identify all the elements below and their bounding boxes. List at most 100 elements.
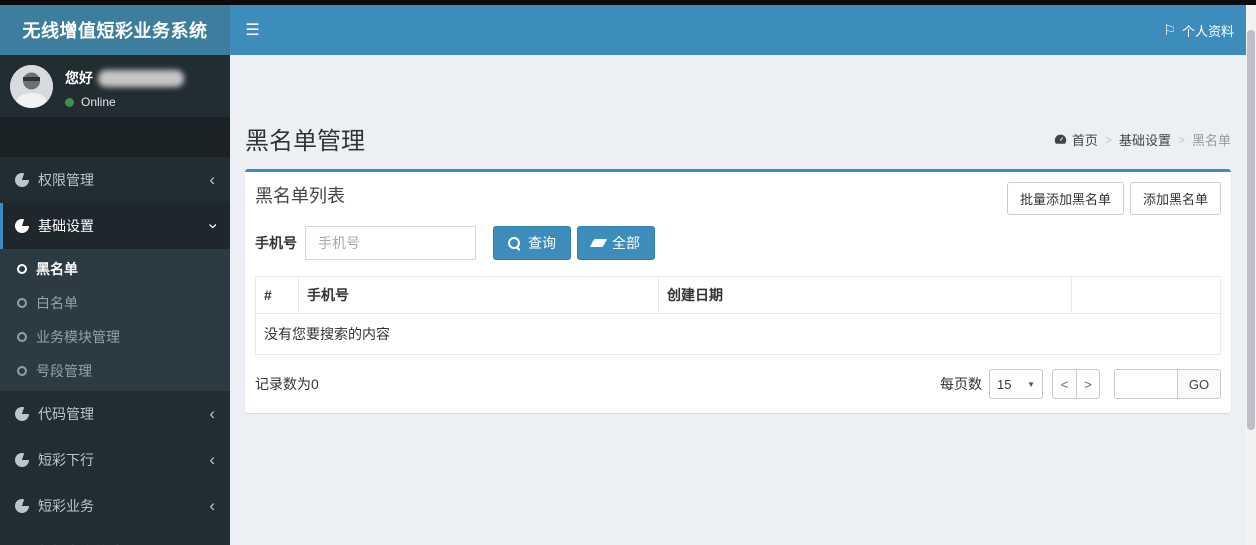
chevron-left-icon: ‹ — [209, 404, 215, 423]
batch-add-blacklist-button[interactable]: 批量添加黑名单 — [1006, 182, 1124, 215]
pagination: 每页数 15 ▼ < > GO — [940, 369, 1221, 399]
search-icon — [508, 236, 521, 250]
breadcrumb-current: 黑名单 — [1191, 133, 1231, 148]
phone-input[interactable] — [305, 226, 476, 260]
caret-down-icon: ▼ — [1027, 379, 1035, 389]
sidebar-item-data-query-statistics[interactable]: 数据查询统计 ‹ — [0, 529, 230, 545]
prev-page-button[interactable]: < — [1052, 369, 1076, 399]
submenu-item-label: 白名单 — [36, 295, 78, 311]
scrollbar-thumb[interactable] — [1247, 30, 1255, 430]
avatar — [10, 65, 53, 108]
app-logo[interactable]: 无线增值短彩业务系统 — [0, 5, 230, 55]
sidebar-item-label: 基础设置 — [38, 218, 94, 234]
breadcrumb-separator: > — [1177, 132, 1185, 147]
sidebar-item-label: 短彩下行 — [38, 452, 94, 468]
top-header: 无线增值短彩业务系统 ☰ ⚐ 个人资料 — [0, 5, 1246, 55]
user-panel: 您好 Online — [0, 55, 230, 117]
hamburger-icon: ☰ — [245, 22, 260, 39]
breadcrumb: 首页 > 基础设置 > 黑名单 — [1054, 130, 1231, 149]
go-button[interactable]: GO — [1177, 369, 1221, 399]
user-greeting: 您好 — [65, 70, 93, 86]
online-status-label: Online — [81, 95, 116, 109]
profile-label: 个人资料 — [1181, 23, 1234, 39]
content-header: 黑名单管理 首页 > 基础设置 > 黑名单 — [230, 105, 1246, 169]
header-created-date: 创建日期 — [658, 276, 1072, 314]
circle-icon — [17, 366, 27, 376]
window-top-strip — [0, 0, 1256, 5]
pie-chart-icon — [15, 173, 29, 187]
breadcrumb-basic-settings[interactable]: 基础设置 — [1119, 130, 1171, 149]
redacted-username — [98, 69, 184, 87]
per-page-value: 15 — [997, 376, 1012, 392]
sidebar-item-basic-settings[interactable]: 基础设置 ‹ — [0, 203, 230, 249]
header-actions — [1071, 276, 1221, 314]
pager-group: < > — [1052, 369, 1100, 399]
phone-field-label: 手机号 — [255, 235, 297, 251]
sidebar-item-label: 短彩业务 — [38, 498, 94, 514]
circle-icon — [17, 332, 27, 342]
sidebar: 您好 Online 权限管理 ‹ 基础设置 ‹ 黑名单 白名单 业务模块管理 号… — [0, 55, 230, 545]
user-info: 您好 Online — [65, 65, 184, 109]
empty-table-message: 没有您要搜索的内容 — [255, 314, 1221, 355]
record-count: 记录数为0 — [255, 376, 319, 392]
sidebar-item-permission-management[interactable]: 权限管理 ‹ — [0, 157, 230, 203]
box-tools: 批量添加黑名单 添加黑名单 — [1001, 182, 1221, 215]
pie-chart-icon — [15, 407, 29, 421]
sidebar-item-business-module-management[interactable]: 业务模块管理 — [0, 320, 230, 354]
box-header: 黑名单列表 批量添加黑名单 添加黑名单 — [245, 172, 1231, 222]
app-wrapper: 无线增值短彩业务系统 ☰ ⚐ 个人资料 您好 Online 权限管理 ‹ 基础设… — [0, 5, 1246, 545]
sidebar-item-label: 权限管理 — [38, 172, 94, 188]
navbar: ☰ ⚐ 个人资料 — [230, 5, 1246, 55]
header-phone: 手机号 — [298, 276, 659, 314]
page-number-input[interactable] — [1114, 369, 1177, 399]
query-button-label: 查询 — [528, 235, 556, 251]
go-group: GO — [1114, 369, 1221, 399]
breadcrumb-separator: > — [1104, 132, 1112, 147]
sidebar-item-label: 代码管理 — [38, 406, 94, 422]
sidebar-item-sms-downlink[interactable]: 短彩下行 ‹ — [0, 437, 230, 483]
submenu-item-label: 黑名单 — [36, 261, 78, 277]
sidebar-menu: 权限管理 ‹ 基础设置 ‹ 黑名单 白名单 业务模块管理 号段管理 代码管理 ‹… — [0, 157, 230, 545]
show-all-button-label: 全部 — [612, 235, 640, 251]
submenu-item-label: 业务模块管理 — [36, 329, 120, 345]
scrollbar-track[interactable] — [1246, 5, 1256, 545]
box-title: 黑名单列表 — [255, 186, 345, 206]
show-all-button[interactable]: 全部 — [577, 226, 655, 260]
circle-icon — [17, 298, 27, 308]
add-blacklist-button[interactable]: 添加黑名单 — [1129, 182, 1221, 215]
basic-settings-submenu: 黑名单 白名单 业务模块管理 号段管理 — [0, 249, 230, 391]
sidebar-item-code-management[interactable]: 代码管理 ‹ — [0, 391, 230, 437]
query-button[interactable]: 查询 — [493, 226, 571, 260]
breadcrumb-home[interactable]: 首页 — [1072, 130, 1098, 149]
pie-chart-icon — [15, 219, 29, 233]
box-body: 手机号 查询 全部 # 手机号 — [245, 226, 1231, 413]
submenu-item-label: 号段管理 — [36, 363, 92, 379]
chevron-left-icon: ‹ — [209, 450, 215, 469]
chevron-left-icon: ‹ — [209, 496, 215, 515]
sidebar-item-number-segment-management[interactable]: 号段管理 — [0, 354, 230, 388]
sidebar-spacer — [0, 117, 230, 157]
table-footer: 记录数为0 每页数 15 ▼ < > GO — [255, 369, 1221, 399]
sidebar-item-whitelist[interactable]: 白名单 — [0, 286, 230, 320]
chevron-down-icon: ‹ — [202, 223, 222, 229]
search-form: 手机号 查询 全部 — [255, 226, 1221, 260]
pie-chart-icon — [15, 453, 29, 467]
chevron-left-icon: ‹ — [209, 170, 215, 189]
table-header-row: # 手机号 创建日期 — [255, 276, 1221, 314]
per-page-select[interactable]: 15 ▼ — [989, 369, 1043, 399]
eraser-icon — [589, 239, 608, 247]
sidebar-item-blacklist[interactable]: 黑名单 — [0, 252, 230, 286]
circle-icon — [17, 264, 27, 274]
per-page-label: 每页数 — [940, 376, 982, 392]
blacklist-table: # 手机号 创建日期 — [255, 276, 1221, 314]
next-page-button[interactable]: > — [1076, 369, 1100, 399]
dashboard-icon — [1054, 133, 1067, 146]
blacklist-box: 黑名单列表 批量添加黑名单 添加黑名单 手机号 查询 全部 — [245, 169, 1231, 413]
sidebar-toggle-button[interactable]: ☰ — [230, 5, 275, 55]
sidebar-item-sms-business[interactable]: 短彩业务 ‹ — [0, 483, 230, 529]
online-status-icon — [65, 97, 74, 107]
flag-icon: ⚐ — [1163, 21, 1176, 38]
header-index: # — [255, 276, 299, 314]
pie-chart-icon — [15, 499, 29, 513]
profile-link[interactable]: ⚐ 个人资料 — [1163, 5, 1234, 55]
